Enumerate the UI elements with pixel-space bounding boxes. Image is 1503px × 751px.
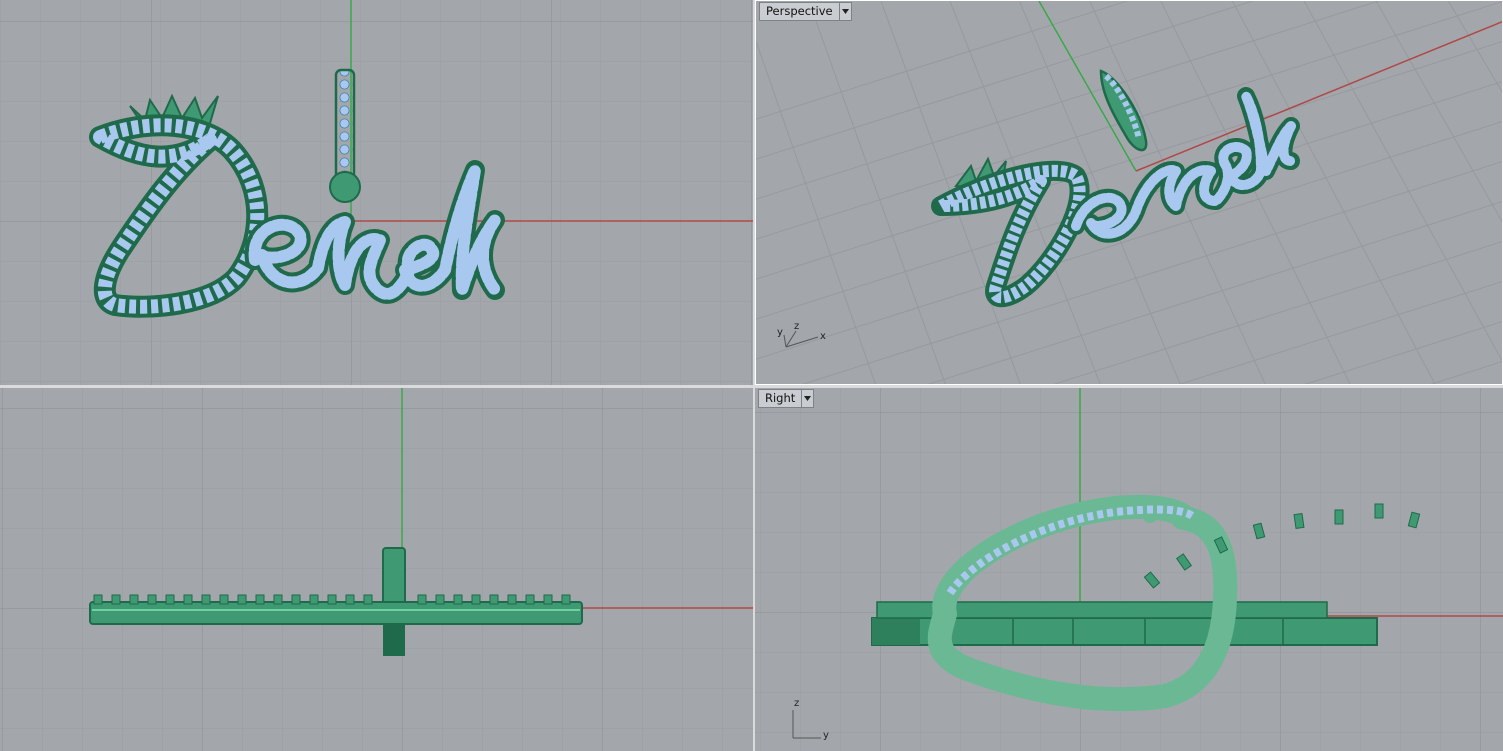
viewport-front[interactable]: [0, 388, 753, 751]
front-view-scene: [0, 388, 753, 751]
viewport-top[interactable]: [0, 0, 753, 385]
axis-z-label: z: [794, 321, 800, 332]
chevron-down-icon[interactable]: [838, 3, 851, 20]
viewport-label-text: Right: [765, 391, 796, 405]
viewport-layout: Perspective x y z Right z y: [0, 0, 1503, 751]
chevron-down-icon[interactable]: [801, 390, 813, 407]
viewport-label-right[interactable]: Right: [758, 389, 815, 408]
pendant-model-perspective[interactable]: [931, 69, 1300, 308]
y-axis-line: [1038, 1, 1137, 172]
axis-y-label: y: [777, 327, 783, 338]
viewport-perspective[interactable]: Perspective x y z: [755, 0, 1503, 385]
axis-x-label: x: [820, 331, 826, 342]
x-axis-line: [1135, 21, 1502, 172]
viewport-right[interactable]: Right z y: [755, 388, 1503, 751]
perspective-view-scene: [756, 1, 1502, 384]
viewport-label-perspective[interactable]: Perspective: [759, 2, 852, 21]
axis-y-label: y: [823, 730, 829, 741]
axis-gizmo-icon: x y z: [774, 319, 834, 353]
viewport-label-text: Perspective: [766, 4, 833, 18]
right-view-scene: [755, 388, 1503, 751]
top-view-scene: [0, 0, 753, 385]
axis-gizmo-icon: z y: [785, 698, 835, 743]
axis-z-label: z: [794, 698, 800, 709]
